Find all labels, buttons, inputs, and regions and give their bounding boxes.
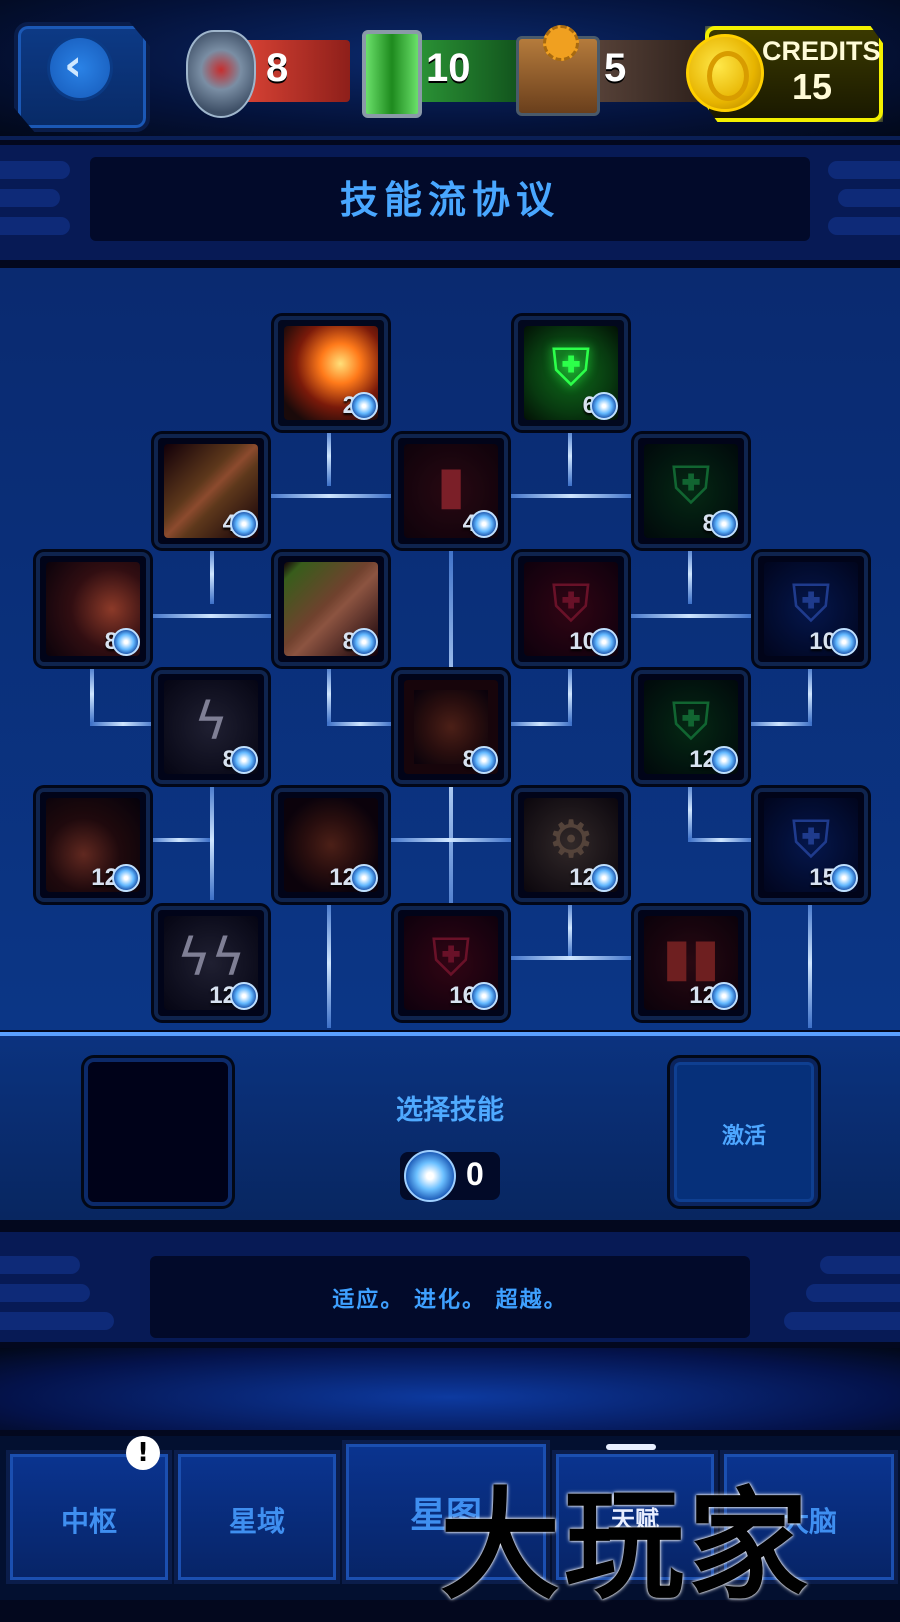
battery-icon (362, 30, 422, 118)
skill-node[interactable]: ϟϟ 12 (154, 906, 268, 1020)
mechanical-heart-icon (186, 30, 256, 118)
skill-point-icon (470, 746, 498, 774)
circuit-decoration (0, 1348, 900, 1430)
skill-node[interactable]: 12 (36, 788, 150, 902)
skill-point-icon (404, 1150, 456, 1202)
watermark: 大玩家 (440, 1477, 812, 1616)
skill-node[interactable]: 8 (36, 552, 150, 666)
skill-node[interactable]: ⛨ 10 (514, 552, 628, 666)
skill-point-icon (710, 746, 738, 774)
skill-point-icon (470, 510, 498, 538)
skill-node[interactable]: 8 (274, 552, 388, 666)
back-arrow-icon[interactable]: ‹ (50, 38, 110, 98)
skill-point-icon (230, 982, 258, 1010)
skill-point-icon (830, 864, 858, 892)
green-shield-plus-icon: ⛨ (551, 338, 591, 398)
credits-label: CREDITS (762, 36, 881, 66)
skill-node[interactable]: ⛨ 16 (394, 906, 508, 1020)
skill-point-icon (350, 628, 378, 656)
select-skill-label: 选择技能 (396, 1095, 504, 1126)
skill-node[interactable]: ⛨ 10 (754, 552, 868, 666)
green-shield-double-plus-icon: ⛨ (671, 456, 711, 516)
skill-node[interactable]: 8 (394, 670, 508, 784)
skill-node[interactable]: ▮▮ 12 (634, 906, 748, 1020)
gears-icon: ⚙ (547, 810, 595, 870)
slogan-text: 适应。 进化。 超越。 (332, 1288, 568, 1313)
red-shield-plus-icon: ⛨ (551, 574, 591, 634)
skill-point-icon (230, 510, 258, 538)
energy-value: 10 (426, 46, 471, 90)
activate-button[interactable]: 激活 (670, 1058, 818, 1206)
section-header: 技能流协议 (0, 145, 900, 260)
skill-node[interactable]: ⚙ 12 (514, 788, 628, 902)
skill-point-icon (112, 864, 140, 892)
double-lightning-icon: ϟϟ (176, 928, 246, 988)
credits-value: 15 (791, 66, 833, 107)
skill-point-icon (710, 510, 738, 538)
tab-label: 星域 (228, 1505, 285, 1538)
skill-point-icon (350, 392, 378, 420)
skill-node[interactable]: ▮ 4 (394, 434, 508, 548)
skill-node[interactable]: ⛨ 15 (754, 788, 868, 902)
activate-label: 激活 (721, 1124, 766, 1149)
health-value: 8 (266, 46, 289, 90)
gear-chest-icon (516, 25, 600, 116)
skill-point-icon (470, 982, 498, 1010)
skill-node[interactable]: 2 (274, 316, 388, 430)
skill-point-icon (830, 628, 858, 656)
parts-value: 5 (604, 46, 627, 90)
skill-point-icon (710, 982, 738, 1010)
skill-selection-panel: 选择技能 0 激活 (0, 1032, 900, 1220)
double-battery-icon: ▮▮ (662, 928, 720, 988)
skill-point-icon (590, 628, 618, 656)
skill-tree-panel: 2 ⛨ 6 4 ▮ 4 ⛨ 8 8 8 ⛨ 10 ⛨ 10 ϟ 8 (0, 268, 900, 1030)
tab-star-domain[interactable]: 星域 (174, 1450, 340, 1584)
skill-node[interactable]: 12 (274, 788, 388, 902)
coin-icon (686, 34, 764, 112)
skill-node[interactable]: ⛨ 6 (514, 316, 628, 430)
skill-node[interactable]: ϟ 8 (154, 670, 268, 784)
skill-point-icon (590, 392, 618, 420)
top-resource-bar: ‹ 8 10 5 CREDITS 15 (0, 0, 900, 140)
alert-badge-icon: ! (126, 1436, 160, 1470)
skill-node[interactable]: 4 (154, 434, 268, 548)
battery-plus-icon: ▮ (436, 456, 466, 516)
skill-points-value: 0 (466, 1156, 484, 1192)
skill-point-icon (350, 864, 378, 892)
selected-skill-slot[interactable] (84, 1058, 232, 1206)
skill-point-icon (112, 628, 140, 656)
green-shield-triple-plus-icon: ⛨ (671, 692, 711, 752)
blue-shield-double-plus-icon: ⛨ (791, 810, 831, 870)
skill-node[interactable]: ⛨ 12 (634, 670, 748, 784)
page-title: 技能流协议 (339, 178, 560, 222)
skill-point-icon (230, 746, 258, 774)
lightning-icon: ϟ (193, 692, 229, 752)
red-shield-double-plus-icon: ⛨ (431, 928, 471, 988)
tab-hub[interactable]: 中枢 (6, 1450, 172, 1584)
skill-node[interactable]: ⛨ 8 (634, 434, 748, 548)
blue-shield-plus-icon: ⛨ (791, 574, 831, 634)
tab-label: 中枢 (60, 1505, 117, 1538)
skill-point-icon (590, 864, 618, 892)
slogan-banner: 适应。 进化。 超越。 (0, 1232, 900, 1342)
